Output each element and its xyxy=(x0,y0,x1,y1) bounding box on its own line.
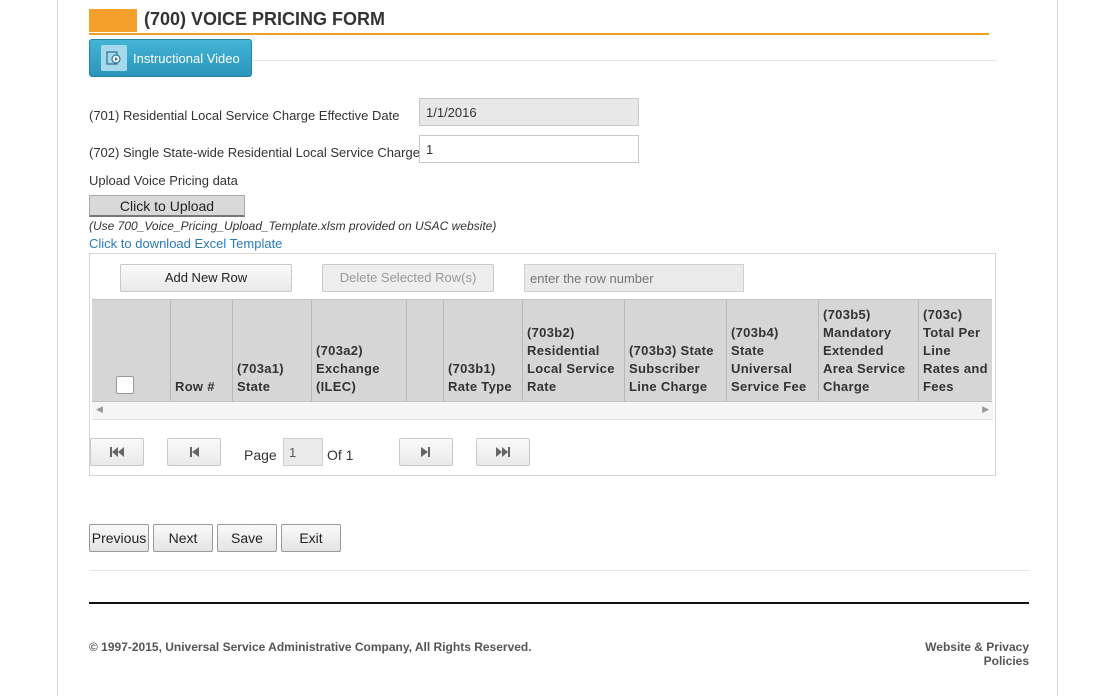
divider xyxy=(89,570,1029,571)
column-residential-rate[interactable]: (703b2) Residential Local Service Rate xyxy=(523,300,625,401)
divider xyxy=(252,60,997,61)
scroll-left-icon[interactable]: ◀ xyxy=(96,404,103,415)
next-button[interactable]: Next xyxy=(153,524,213,552)
effective-date-label: (701) Residential Local Service Charge E… xyxy=(89,108,400,123)
page-frame-left xyxy=(57,0,58,696)
previous-page-icon xyxy=(190,447,199,457)
column-extended-area-charge[interactable]: (703b5) Mandatory Extended Area Service … xyxy=(819,300,919,401)
copyright-text: © 1997-2015, Universal Service Administr… xyxy=(89,640,532,654)
header-accent-block xyxy=(89,9,137,32)
column-subscriber-line-charge[interactable]: (703b3) State Subscriber Line Charge xyxy=(625,300,727,401)
column-state[interactable]: (703a1) State xyxy=(233,300,312,401)
column-total-rates-fees[interactable]: (703c) Total Per Line Rates and Fees xyxy=(919,300,992,401)
column-row-number[interactable]: Row # xyxy=(171,300,233,401)
effective-date-field[interactable] xyxy=(419,98,639,126)
next-page-icon xyxy=(421,447,430,457)
form-header: (700) VOICE PRICING FORM xyxy=(89,8,989,35)
page-title: (700) VOICE PRICING FORM xyxy=(144,9,386,29)
scroll-right-icon[interactable]: ▶ xyxy=(982,404,989,415)
column-blank xyxy=(407,300,444,401)
page-number-input[interactable] xyxy=(283,438,323,466)
first-page-icon xyxy=(110,447,124,457)
last-page-icon xyxy=(496,447,510,457)
video-play-icon xyxy=(101,45,127,71)
statewide-charge-field[interactable] xyxy=(419,135,639,163)
page-label: Page xyxy=(244,447,277,463)
instructional-video-label: Instructional Video xyxy=(133,50,240,66)
voice-pricing-grid: Add New Row Delete Selected Row(s) Row #… xyxy=(89,253,996,476)
upload-hint: (Use 700_Voice_Pricing_Upload_Template.x… xyxy=(89,219,497,233)
page-frame-right xyxy=(1057,0,1058,696)
last-page-button[interactable] xyxy=(476,438,530,466)
exit-button[interactable]: Exit xyxy=(281,524,341,552)
previous-page-button[interactable] xyxy=(167,438,221,466)
grid-header: Row # (703a1) State (703a2) Exchange (IL… xyxy=(92,299,992,402)
privacy-policies-link[interactable]: Website & Privacy Policies xyxy=(884,640,1029,668)
column-rate-type[interactable]: (703b1) Rate Type xyxy=(444,300,523,401)
first-page-button[interactable] xyxy=(90,438,144,466)
column-select-all xyxy=(92,300,171,401)
select-all-checkbox[interactable] xyxy=(116,376,134,394)
statewide-charge-label: (702) Single State-wide Residential Loca… xyxy=(89,145,420,160)
footer-divider xyxy=(89,602,1029,604)
column-universal-service-fee[interactable]: (703b4) State Universal Service Fee xyxy=(727,300,819,401)
upload-label: Upload Voice Pricing data xyxy=(89,173,238,188)
add-new-row-button[interactable]: Add New Row xyxy=(120,264,292,292)
download-template-link[interactable]: Click to download Excel Template xyxy=(89,236,282,251)
previous-button[interactable]: Previous xyxy=(89,524,149,552)
page-count-label: Of 1 xyxy=(327,447,354,463)
save-button[interactable]: Save xyxy=(217,524,277,552)
delete-selected-rows-button[interactable]: Delete Selected Row(s) xyxy=(322,264,494,292)
next-page-button[interactable] xyxy=(399,438,453,466)
row-number-input[interactable] xyxy=(524,264,744,292)
horizontal-scrollbar[interactable]: ◀ ▶ xyxy=(92,402,993,420)
column-exchange[interactable]: (703a2) Exchange (ILEC) xyxy=(312,300,407,401)
instructional-video-button[interactable]: Instructional Video xyxy=(89,39,252,77)
upload-button[interactable]: Click to Upload xyxy=(89,195,245,217)
